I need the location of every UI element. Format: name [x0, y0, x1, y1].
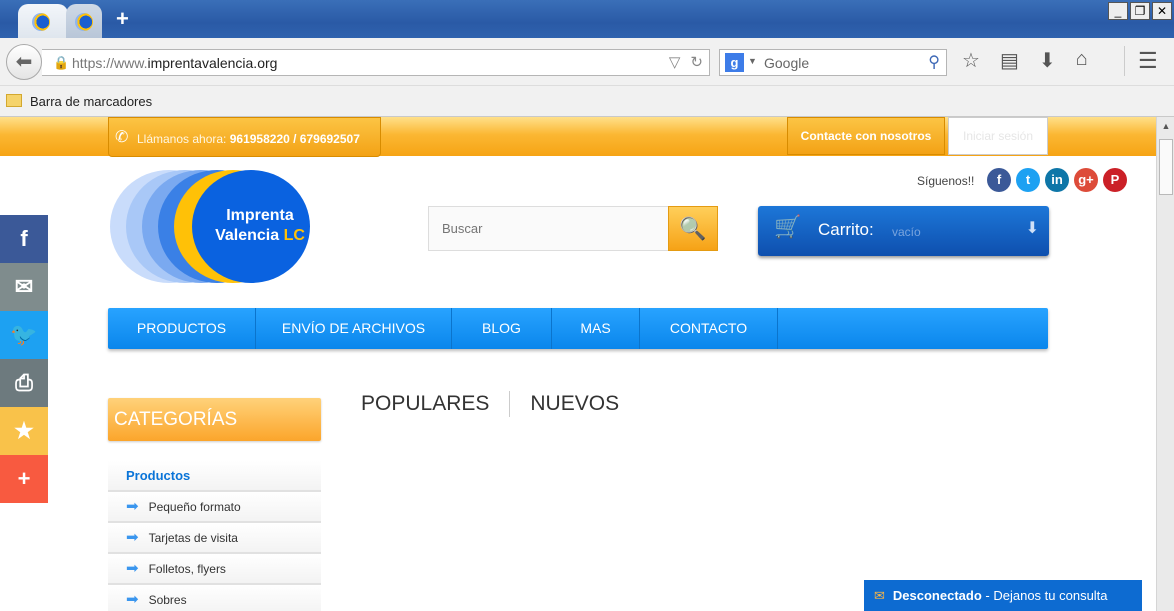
new-tab-icon[interactable]: +	[116, 6, 129, 32]
web-page: ✆ Llámanos ahora: 961958220 / 679692507 …	[0, 117, 1156, 611]
search-button[interactable]: 🔍	[668, 206, 718, 251]
minimize-icon[interactable]: _	[1108, 2, 1128, 20]
url-text[interactable]: https://www.imprentavalencia.org	[72, 55, 277, 71]
scrollbar-thumb[interactable]	[1159, 139, 1173, 195]
lock-icon: 🔒	[53, 55, 70, 70]
home-icon[interactable]: ⌂	[1076, 48, 1088, 73]
reload-icon[interactable]: ↻	[690, 53, 703, 71]
back-button[interactable]: ⬅	[6, 44, 42, 80]
side-share-bar: f ✉ 🐦 ⎙ ★ +	[0, 215, 48, 503]
close-icon[interactable]: ✕	[1152, 2, 1172, 20]
tab-nuevos[interactable]: NUEVOS	[530, 392, 619, 416]
chevron-down-icon[interactable]: ▼	[748, 56, 757, 66]
browser-titlebar: + _ ❐ ✕	[0, 0, 1174, 38]
cart-button[interactable]: 🛒 Carrito: vacío ⬇	[758, 206, 1049, 256]
window-controls: _ ❐ ✕	[1108, 2, 1172, 20]
arrow-right-icon: ➡	[126, 529, 139, 546]
tab-divider	[509, 391, 511, 417]
search-input[interactable]	[428, 206, 669, 251]
call-text: Llámanos ahora: 961958220 / 679692507	[137, 132, 360, 146]
nav-envio-archivos[interactable]: ENVÍO DE ARCHIVOS	[256, 308, 452, 349]
reading-list-icon[interactable]: ▤	[1000, 48, 1019, 73]
arrow-right-icon: ➡	[126, 560, 139, 577]
phone-numbers[interactable]: 961958220 / 679692507	[230, 132, 360, 146]
url-bar[interactable]: 🔒 https://www.imprentavalencia.org ▽ ↻	[42, 49, 710, 76]
social-links: f t in g+ P	[987, 168, 1127, 192]
nav-mas[interactable]: MAS	[552, 308, 640, 349]
bookmark-star-icon[interactable]: ☆	[962, 48, 980, 73]
print-icon[interactable]: ⎙	[0, 359, 48, 407]
search-engine-label: Google	[764, 55, 810, 71]
category-item[interactable]: ➡ Sobres	[108, 585, 321, 611]
twitter-icon[interactable]: 🐦	[0, 311, 48, 359]
google-icon: g	[725, 53, 744, 72]
cart-title: Carrito:	[818, 220, 874, 239]
pinterest-icon[interactable]: P	[1103, 168, 1127, 192]
email-icon[interactable]: ✉	[0, 263, 48, 311]
phone-icon: ✆	[115, 129, 129, 146]
menu-icon[interactable]: ☰	[1138, 48, 1158, 74]
login-button[interactable]: Iniciar sesión	[948, 117, 1048, 155]
dropdown-arrow-icon[interactable]: ▽	[669, 53, 681, 71]
search-icon[interactable]: ⚲	[928, 52, 940, 72]
logo-text: Imprenta Valencia LC	[215, 207, 305, 244]
nav-blog[interactable]: BLOG	[452, 308, 552, 349]
twitter-icon[interactable]: t	[1016, 168, 1040, 192]
nav-productos[interactable]: PRODUCTOS	[108, 308, 256, 349]
category-item[interactable]: ➡ Pequeño formato	[108, 492, 321, 523]
call-box: ✆ Llámanos ahora: 961958220 / 679692507	[108, 117, 381, 157]
nav-contacto[interactable]: CONTACTO	[640, 308, 778, 349]
product-tabs: POPULARES NUEVOS	[361, 391, 619, 417]
category-item[interactable]: ➡ Tarjetas de visita	[108, 523, 321, 554]
site-logo[interactable]: Imprenta Valencia LC	[110, 170, 310, 285]
browser-tab-active[interactable]	[18, 4, 68, 38]
restore-icon[interactable]: ❐	[1130, 2, 1150, 20]
arrow-left-icon: ⬅	[15, 51, 33, 73]
browser-search-bar[interactable]: g ▼ Google ⚲	[719, 49, 947, 76]
facebook-icon[interactable]: f	[987, 168, 1011, 192]
site-search: 🔍	[428, 206, 718, 251]
category-productos[interactable]: Productos	[108, 461, 321, 492]
facebook-icon[interactable]: f	[0, 215, 48, 263]
main-navigation: PRODUCTOS ENVÍO DE ARCHIVOS BLOG MAS CON…	[108, 308, 1048, 349]
category-item[interactable]: ➡ Folletos, flyers	[108, 554, 321, 585]
categories-heading: CATEGORÍAS	[108, 398, 321, 441]
browser-tab-2[interactable]	[66, 4, 102, 38]
cart-status: vacío	[892, 225, 921, 239]
folder-icon	[6, 94, 22, 107]
url-actions: ▽ ↻	[669, 53, 703, 71]
bookmarks-bar: Barra de marcadores	[0, 86, 1174, 117]
toolbar-divider	[1124, 46, 1125, 76]
arrow-right-icon: ➡	[126, 591, 139, 608]
category-list: Productos ➡ Pequeño formato ➡ Tarjetas de …	[108, 461, 321, 611]
arrow-down-icon: ⬇	[1025, 220, 1039, 237]
magnifier-icon: 🔍	[679, 216, 707, 241]
toolbar-icons: ☆ ▤ ⬇ ⌂	[962, 48, 1088, 73]
more-icon[interactable]: +	[0, 455, 48, 503]
linkedin-icon[interactable]: in	[1045, 168, 1069, 192]
scroll-up-icon[interactable]: ▲	[1159, 121, 1173, 131]
download-icon[interactable]: ⬇	[1039, 48, 1056, 73]
favorite-icon[interactable]: ★	[0, 407, 48, 455]
cart-icon: 🛒	[774, 214, 802, 239]
contact-button[interactable]: Contacte con nosotros	[787, 117, 945, 155]
follow-us-label: Síguenos!!	[917, 174, 975, 188]
arrow-right-icon: ➡	[126, 498, 139, 515]
site-favicon-icon	[32, 13, 50, 31]
envelope-icon: ✉	[874, 588, 885, 603]
tab-populares[interactable]: POPULARES	[361, 392, 489, 416]
google-plus-icon[interactable]: g+	[1074, 168, 1098, 192]
site-favicon-icon	[75, 13, 93, 31]
bookmarks-folder[interactable]: Barra de marcadores	[30, 94, 152, 109]
page-scrollbar[interactable]: ▲	[1156, 117, 1174, 611]
chat-widget[interactable]: ✉ Desconectado - Dejanos tu consulta	[864, 580, 1142, 611]
